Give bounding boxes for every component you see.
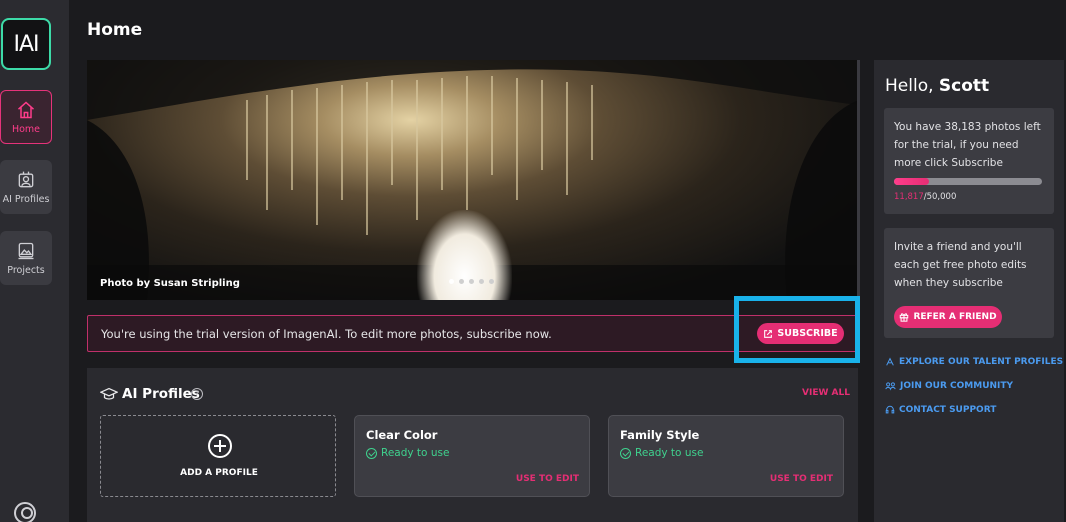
carousel-dot[interactable]	[479, 279, 484, 284]
user-account-icon[interactable]	[14, 502, 36, 522]
link-label: JOIN OUR COMMUNITY	[900, 381, 1014, 391]
ai-profiles-icon	[18, 171, 34, 187]
use-to-edit-button[interactable]: USE TO EDIT	[516, 474, 579, 484]
join-community-link[interactable]: JOIN OUR COMMUNITY	[885, 381, 1013, 391]
support-icon	[885, 405, 895, 414]
status-text: Ready to use	[635, 447, 704, 459]
profile-status: Ready to use	[620, 447, 703, 459]
profile-status: Ready to use	[366, 447, 449, 459]
trial-usage-card: You have 38,183 photos left for the tria…	[884, 108, 1054, 214]
trial-message: You're using the trial version of Imagen…	[101, 327, 552, 341]
trial-info-text: You have 38,183 photos left for the tria…	[894, 121, 1041, 169]
invite-card: Invite a friend and you'll each get free…	[884, 228, 1054, 338]
sidebar-item-projects[interactable]: Projects	[0, 231, 52, 285]
sidebar-item-label: Home	[11, 123, 41, 135]
scrollbar[interactable]	[857, 60, 860, 300]
add-profile-label: ADD A PROFILE	[180, 468, 258, 478]
use-to-edit-button[interactable]: USE TO EDIT	[770, 474, 833, 484]
sidebar-item-label: AI Profiles	[2, 193, 50, 205]
user-name: Scott	[938, 76, 990, 96]
usage-progress-bar	[894, 178, 1042, 185]
graduation-cap-icon	[100, 387, 118, 400]
refer-label: REFER A FRIEND	[913, 312, 997, 322]
add-circle-icon	[208, 434, 232, 458]
projects-icon	[18, 242, 34, 259]
view-all-link[interactable]: VIEW ALL	[802, 388, 850, 398]
bride-silhouette	[417, 210, 512, 300]
highlight-box	[734, 296, 860, 363]
refer-a-friend-button[interactable]: REFER A FRIEND	[894, 306, 1002, 328]
carousel-dot[interactable]	[459, 279, 464, 284]
ai-profiles-panel: AI Profiles ? VIEW ALL ADD A PROFILE Cle…	[87, 368, 858, 522]
explore-talent-profiles-link[interactable]: EXPLORE OUR TALENT PROFILES	[885, 357, 1063, 367]
app-window: IAI Home AI Profiles Projects Home Photo…	[0, 0, 1066, 522]
community-icon	[885, 382, 896, 391]
link-label: EXPLORE OUR TALENT PROFILES	[899, 357, 1064, 367]
check-circle-icon	[620, 447, 631, 459]
imagen-logo[interactable]: IAI	[1, 18, 51, 70]
profile-card-family-style[interactable]: Family Style Ready to use USE TO EDIT	[608, 415, 844, 497]
add-profile-card[interactable]: ADD A PROFILE	[100, 415, 336, 497]
sidebar-item-ai-profiles[interactable]: AI Profiles	[0, 160, 52, 214]
right-panel: Hello, Scott You have 38,183 photos left…	[874, 60, 1064, 522]
sidebar: IAI Home AI Profiles Projects	[0, 0, 69, 522]
check-circle-icon	[366, 447, 377, 459]
hero-carousel[interactable]: Photo by Susan Stripling	[87, 60, 859, 300]
profile-card-title: Clear Color	[366, 428, 438, 442]
greeting: Hello, Scott	[885, 76, 989, 96]
usage-progress-fill	[894, 178, 929, 185]
talent-icon	[886, 357, 894, 366]
contact-support-link[interactable]: CONTACT SUPPORT	[885, 405, 996, 415]
carousel-dots[interactable]	[449, 279, 494, 284]
total-count: /50,000	[923, 192, 957, 202]
profile-card-clear-color[interactable]: Clear Color Ready to use USE TO EDIT	[354, 415, 590, 497]
page-title: Home	[87, 20, 143, 40]
greeting-text: Hello,	[885, 76, 934, 96]
carousel-dot[interactable]	[489, 279, 494, 284]
profile-card-title: Family Style	[620, 428, 700, 442]
carousel-dot[interactable]	[449, 279, 454, 284]
home-icon	[18, 100, 34, 118]
used-count: 11,817	[894, 192, 924, 202]
sidebar-item-home[interactable]: Home	[0, 90, 52, 144]
status-text: Ready to use	[381, 447, 450, 459]
invite-text: Invite a friend and you'll each get free…	[894, 241, 1027, 289]
help-circle-icon[interactable]: ?	[191, 388, 203, 400]
carousel-dot[interactable]	[469, 279, 474, 284]
gift-icon	[900, 313, 909, 322]
sidebar-item-label: Projects	[7, 264, 45, 276]
profiles-heading: AI Profiles	[122, 386, 200, 402]
photo-credit: Photo by Susan Stripling	[100, 278, 240, 289]
link-label: CONTACT SUPPORT	[899, 405, 997, 415]
usage-count: 11,817/50,000	[894, 192, 956, 202]
